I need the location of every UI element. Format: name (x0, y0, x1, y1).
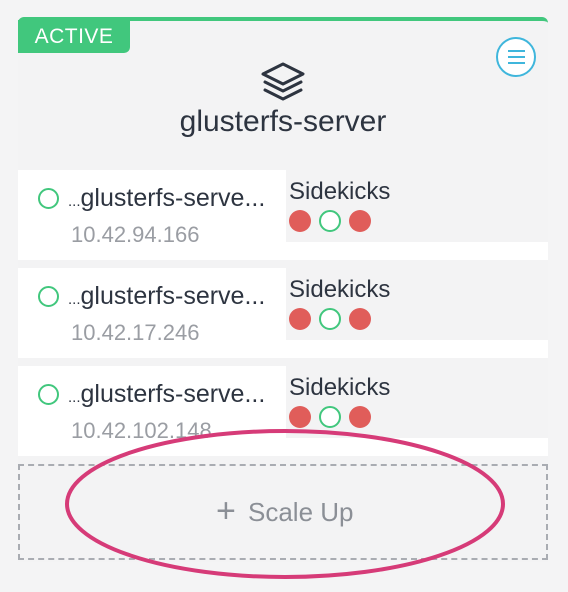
container-name[interactable]: ...glusterfs-serve... (68, 184, 290, 213)
sidekicks-panel: Sidekicks (286, 170, 548, 242)
sidekick-running-icon[interactable] (319, 406, 341, 428)
container-name-text: glusterfs-serve... (80, 282, 266, 310)
stack-layers-icon (261, 62, 305, 101)
name-prefix: ... (68, 291, 81, 308)
name-prefix: ... (68, 389, 81, 406)
sidekick-stopped-icon[interactable] (349, 210, 371, 232)
scale-up-button[interactable]: + Scale Up (18, 464, 548, 560)
sidekicks-label: Sidekicks (289, 374, 391, 401)
container-row: ...glusterfs-serve... 10.42.17.246 Sidek… (18, 268, 548, 358)
sidekicks-label: Sidekicks (289, 276, 391, 303)
sidekick-stopped-icon[interactable] (289, 210, 311, 232)
menu-button[interactable] (496, 37, 536, 77)
sidekick-running-icon[interactable] (319, 308, 341, 330)
state-badge: ACTIVE (18, 20, 130, 53)
container-name-text: glusterfs-serve... (80, 380, 266, 408)
container-row: ...glusterfs-serve... 10.42.102.148 Side… (18, 366, 548, 456)
sidekicks-panel: Sidekicks (286, 366, 548, 438)
container-ip: 10.42.102.148 (71, 418, 212, 443)
running-status-icon (38, 188, 59, 209)
scale-up-label: Scale Up (248, 497, 354, 527)
sidekicks-panel: Sidekicks (286, 268, 548, 340)
running-status-icon (38, 286, 59, 307)
sidekick-stopped-icon[interactable] (349, 406, 371, 428)
running-status-icon (38, 384, 59, 405)
sidekick-stopped-icon[interactable] (289, 308, 311, 330)
container-name[interactable]: ...glusterfs-serve... (68, 380, 290, 409)
plus-icon: + (216, 492, 236, 530)
sidekick-running-icon[interactable] (319, 210, 341, 232)
service-name[interactable]: glusterfs-server (0, 105, 566, 139)
container-ip: 10.42.94.166 (71, 222, 200, 247)
name-prefix: ... (68, 193, 81, 210)
sidekicks-label: Sidekicks (289, 178, 391, 205)
sidekick-stopped-icon[interactable] (349, 308, 371, 330)
container-row: ...glusterfs-serve... 10.42.94.166 Sidek… (18, 170, 548, 260)
container-name-text: glusterfs-serve... (80, 184, 266, 212)
container-name[interactable]: ...glusterfs-serve... (68, 282, 290, 311)
container-ip: 10.42.17.246 (71, 320, 200, 345)
sidekick-stopped-icon[interactable] (289, 406, 311, 428)
